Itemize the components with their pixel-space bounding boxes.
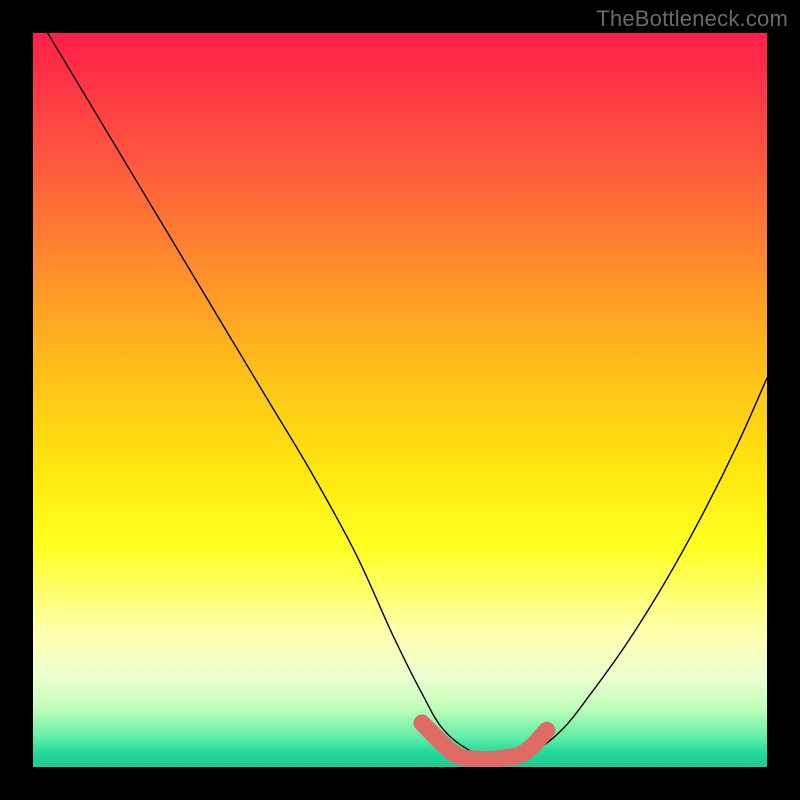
watermark-text: TheBottleneck.com [596, 6, 788, 32]
bottleneck-curve [48, 33, 767, 760]
chart-frame: TheBottleneck.com [0, 0, 800, 800]
curve-layer [33, 33, 767, 767]
plot-area [33, 33, 767, 767]
optimal-region-marker [422, 723, 547, 760]
